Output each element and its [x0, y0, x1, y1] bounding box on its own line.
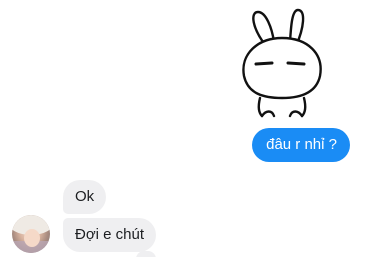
- outgoing-message-bubble[interactable]: đâu r nhỉ ?: [252, 128, 350, 162]
- message-text: Ok: [75, 188, 95, 205]
- bunny-sticker-icon[interactable]: [236, 6, 328, 118]
- incoming-message-bubble[interactable]: Đợi e chút: [63, 218, 157, 252]
- contact-avatar-icon[interactable]: [12, 215, 50, 253]
- message-text: đâu r nhỉ ?: [266, 136, 337, 153]
- chat-thread: đâu r nhỉ ? Ok Đợi e chút: [0, 0, 374, 257]
- incoming-message-bubble[interactable]: Ok: [63, 180, 107, 214]
- message-text: Đợi e chút: [75, 226, 145, 243]
- next-message-peek: [136, 251, 156, 257]
